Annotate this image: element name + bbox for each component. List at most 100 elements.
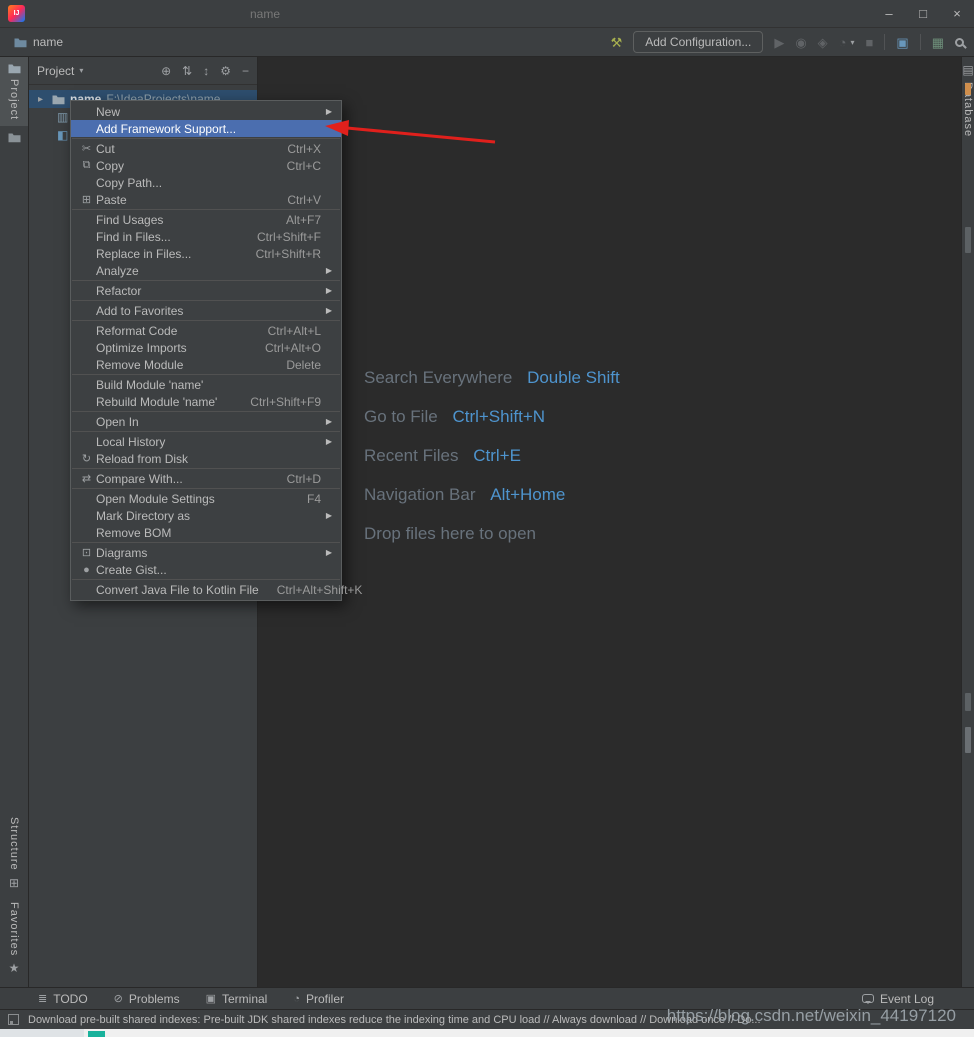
menu-item-label: Create Gist... — [96, 563, 303, 577]
project-view-selector[interactable]: Project ▾ — [37, 64, 83, 78]
submenu-arrow-icon: ▶ — [321, 286, 332, 295]
context-menu-item[interactable]: Remove BOM — [71, 524, 341, 541]
coverage-icon[interactable]: ◈ — [818, 36, 828, 49]
empty-state-shortcut: Double Shift — [527, 368, 620, 387]
menu-bar-item[interactable] — [146, 0, 160, 27]
context-menu-item[interactable]: ↻ Reload from Disk — [71, 450, 341, 467]
maximize-button[interactable]: □ — [906, 0, 940, 27]
toolwindow-button-database[interactable]: ▤ Database — [962, 57, 974, 143]
menu-bar-item[interactable] — [188, 0, 202, 27]
submenu-arrow-icon: ▶ — [321, 511, 332, 520]
menu-item-label: Remove BOM — [96, 526, 303, 540]
event-log-button[interactable]: Event Log — [862, 992, 934, 1006]
toolwindow-label: Problems — [129, 992, 180, 1006]
context-menu-item[interactable]: Replace in Files... Ctrl+Shift+R — [71, 245, 341, 262]
context-menu-item[interactable]: Open In ▶ — [71, 413, 341, 430]
menu-item-icon: ⇄ — [77, 472, 96, 485]
bottom-toolwindow-button[interactable]: ≣ TODO — [38, 992, 88, 1006]
build-hammer-icon[interactable]: ⚒ — [611, 36, 623, 49]
context-menu-item[interactable]: Convert Java File to Kotlin File Ctrl+Al… — [71, 581, 341, 598]
profiler-icon[interactable]: ◔ — [839, 36, 847, 49]
profiler-dropdown-arrow-icon[interactable]: ▾ — [851, 38, 855, 47]
chevron-right-icon[interactable]: ▸ — [38, 94, 47, 105]
context-menu-item[interactable]: Add Framework Support... — [71, 120, 341, 137]
bottom-toolwindow-button[interactable]: ▣ Terminal — [206, 992, 268, 1006]
context-menu-item[interactable]: Find in Files... Ctrl+Shift+F — [71, 228, 341, 245]
project-structure-icon[interactable]: ▣ — [896, 36, 908, 49]
main-toolbar: name ⚒ Add Configuration... ▶ ◉ ◈ ◔ ▾ ■ … — [0, 28, 974, 57]
context-menu-item[interactable]: ⇄ Compare With... Ctrl+D — [71, 470, 341, 487]
hide-panel-icon[interactable]: − — [242, 64, 249, 78]
context-menu-item[interactable]: Find Usages Alt+F7 — [71, 211, 341, 228]
context-menu-item[interactable]: Refactor ▶ — [71, 282, 341, 299]
left-tool-stripe: Project Structure ⊞ Favorites ★ — [0, 57, 29, 987]
menu-bar-item[interactable] — [118, 0, 132, 27]
menu-item-shortcut: F4 — [307, 492, 321, 506]
menu-bar-item[interactable] — [132, 0, 146, 27]
menu-bar-item[interactable] — [202, 0, 216, 27]
debug-icon[interactable]: ◉ — [795, 36, 806, 49]
context-menu-item[interactable]: Analyze ▶ — [71, 262, 341, 279]
context-menu-item[interactable]: Remove Module Delete — [71, 356, 341, 373]
stop-icon[interactable]: ■ — [866, 36, 874, 49]
toolwindow-button-favorites[interactable]: Favorites ★ — [8, 896, 20, 981]
strip-segment — [88, 1031, 105, 1037]
menu-bar-item[interactable] — [48, 0, 62, 27]
gear-icon[interactable]: ⚙ — [220, 64, 231, 78]
add-configuration-button[interactable]: Add Configuration... — [633, 31, 763, 53]
menu-bar-item[interactable] — [62, 0, 76, 27]
context-menu-item[interactable]: Reformat Code Ctrl+Alt+L — [71, 322, 341, 339]
layout-icon[interactable]: ▦ — [932, 36, 944, 49]
toolwindow-button-folder[interactable] — [8, 126, 21, 149]
context-menu-item[interactable]: Mark Directory as ▶ — [71, 507, 341, 524]
menu-bar-item[interactable] — [90, 0, 104, 27]
context-menu-item[interactable]: Open Module Settings F4 — [71, 490, 341, 507]
context-menu-item[interactable]: Build Module 'name' — [71, 376, 341, 393]
menu-item-label: Find in Files... — [96, 230, 239, 244]
minimize-button[interactable]: – — [872, 0, 906, 27]
stripe-mark — [965, 727, 971, 753]
close-button[interactable]: × — [940, 0, 974, 27]
empty-state-action-label: Go to File — [364, 407, 438, 426]
collapse-all-icon[interactable]: ⇅ — [182, 64, 192, 78]
toolwindow-button-project[interactable]: Project — [0, 57, 28, 126]
context-menu-item[interactable]: Rebuild Module 'name' Ctrl+Shift+F9 — [71, 393, 341, 410]
menu-bar-item[interactable] — [76, 0, 90, 27]
context-menu-item[interactable]: New ▶ — [71, 103, 341, 120]
status-message[interactable]: Download pre-built shared indexes: Pre-b… — [28, 1014, 761, 1026]
navigation-breadcrumb[interactable]: name — [14, 35, 63, 49]
context-menu-item[interactable]: Optimize Imports Ctrl+Alt+O — [71, 339, 341, 356]
context-menu-item[interactable]: ⧉ Copy Ctrl+C — [71, 157, 341, 174]
context-menu-item[interactable]: Copy Path... — [71, 174, 341, 191]
context-menu-item[interactable]: ✂ Cut Ctrl+X — [71, 140, 341, 157]
screen-edge-strip — [0, 1029, 974, 1037]
context-menu: New ▶ Add Framework Support... ✂ Cut Ctr… — [70, 100, 342, 601]
menu-bar-item[interactable] — [34, 0, 48, 27]
bottom-toolwindow-button[interactable]: ⊘ Problems — [114, 992, 180, 1006]
locate-file-icon[interactable]: ⊕ — [161, 64, 171, 78]
menu-bar-item[interactable] — [104, 0, 118, 27]
menu-item-label: Refactor — [96, 284, 303, 298]
menu-item-shortcut: Ctrl+Alt+L — [268, 324, 321, 338]
window-title: name — [250, 7, 280, 21]
menu-bar-item[interactable] — [160, 0, 174, 27]
context-menu-item[interactable]: ● Create Gist... — [71, 561, 341, 578]
menu-item-label: Add Framework Support... — [96, 122, 303, 136]
run-icon[interactable]: ▶ — [774, 36, 784, 49]
search-icon[interactable] — [955, 38, 964, 47]
toolwindow-button-structure[interactable]: Structure ⊞ — [8, 811, 20, 896]
menu-item-label: Open In — [96, 415, 303, 429]
bottom-toolwindow-button[interactable]: ◔ Profiler — [293, 992, 344, 1006]
menu-bar-item[interactable] — [174, 0, 188, 27]
submenu-arrow-icon: ▶ — [321, 548, 332, 557]
submenu-arrow-icon: ▶ — [321, 417, 332, 426]
star-icon: ★ — [9, 961, 20, 975]
menu-item-label: Reload from Disk — [96, 452, 303, 466]
context-menu-item[interactable]: Add to Favorites ▶ — [71, 302, 341, 319]
context-menu-item[interactable]: Local History ▶ — [71, 433, 341, 450]
context-menu-item[interactable]: ⊡ Diagrams ▶ — [71, 544, 341, 561]
empty-state-shortcut: Ctrl+E — [473, 446, 521, 465]
context-menu-item[interactable]: ⊞ Paste Ctrl+V — [71, 191, 341, 208]
expand-all-icon[interactable]: ↕ — [203, 64, 209, 78]
toolwindow-toggle-icon[interactable] — [8, 1014, 19, 1025]
